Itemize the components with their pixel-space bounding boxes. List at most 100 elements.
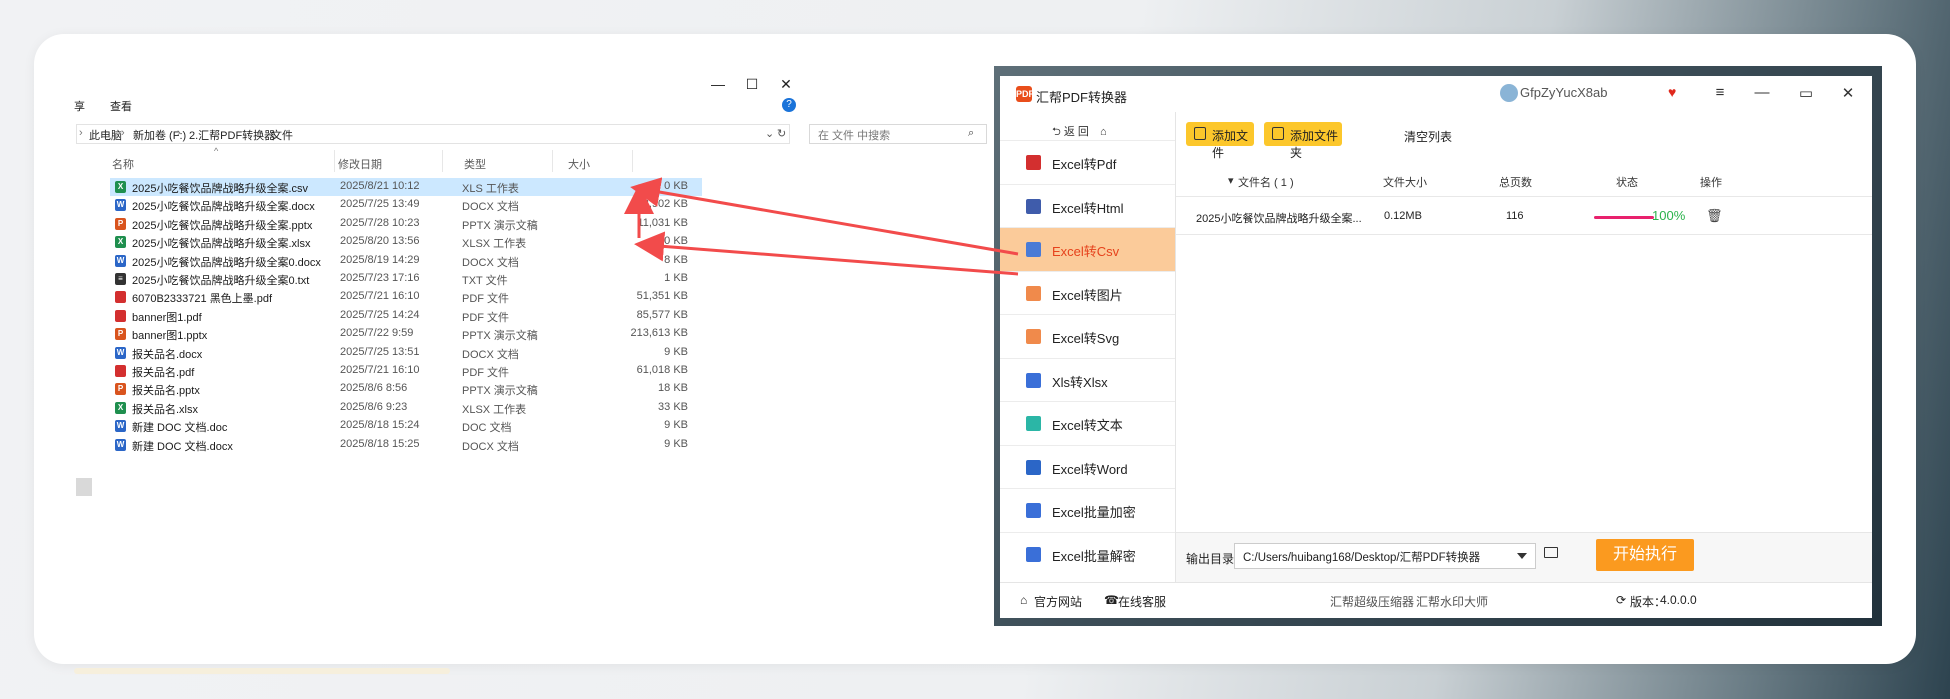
file-explorer-window: — ☐ ✕ 享 查看 ? › 此电脑 › 新加卷 (F:) › 2.汇帮PDF转… <box>72 66 994 626</box>
file-row[interactable]: W 2025小吃餐饮品牌战略升级全案.docx 2025/7/25 13:49 DOC… <box>110 196 702 214</box>
sidebar-item-2[interactable]: Excel转Csv <box>1000 227 1175 271</box>
file-type: DOCX 文档 <box>462 348 519 361</box>
add-file-button[interactable]: 添加文件 <box>1186 122 1254 160</box>
clear-list-button[interactable]: 清空列表 <box>1404 128 1452 145</box>
search-input[interactable]: 在 文件 中搜索 <box>818 127 890 143</box>
ribbon-tab-view[interactable]: 查看 <box>110 98 132 114</box>
file-row[interactable]: 6070B2333721 黑色上墨.pdf 2025/7/21 16:10 PDF … <box>110 288 702 306</box>
doc-file-icon: W <box>115 199 126 212</box>
username[interactable]: GfpZyYucX8ab <box>1520 85 1607 100</box>
xls-file-icon: X <box>115 181 126 193</box>
column-header-date[interactable]: 修改日期 <box>338 156 382 172</box>
txt-file-icon: ≡ <box>115 273 126 285</box>
column-header-name[interactable]: 名称 <box>112 156 134 172</box>
file-row[interactable]: P 报关品名.pptx 2025/8/6 8:56 PPTX 演示文稿 18 KB <box>110 380 702 398</box>
help-icon[interactable]: ? <box>782 98 796 112</box>
file-row[interactable]: P 2025小吃餐饮品牌战略升级全案.pptx 2025/7/28 10:23 PPT… <box>110 215 702 233</box>
minimize-button[interactable]: — <box>708 76 728 92</box>
file-type: XLS 工作表 <box>462 183 519 195</box>
address-bar[interactable]: › 此电脑 › 新加卷 (F:) › 2.汇帮PDF转换器 › 文件 ⌄ ↻ <box>76 124 790 144</box>
maximize-button[interactable]: ▭ <box>1796 84 1816 102</box>
close-button[interactable]: ✕ <box>776 76 796 93</box>
start-button[interactable]: 开始执行 <box>1596 539 1694 571</box>
add-file-label: 添加文件 <box>1212 129 1249 160</box>
file-row[interactable]: ≡ 2025小吃餐饮品牌战略升级全案0.txt 2025/7/23 17:16 TXT… <box>110 270 702 288</box>
file-size: 213,613 KB <box>630 327 689 340</box>
file-row[interactable]: Pbanner图1.pptx 2025/7/22 9:59 PPTX 演示文稿 213… <box>110 325 702 343</box>
file-type: TXT 文件 <box>462 275 508 287</box>
delete-icon[interactable]: 🗑 <box>1706 208 1723 224</box>
search-box[interactable]: 在 文件 中搜索 ⌕ <box>809 124 987 144</box>
watermark-link[interactable]: 汇帮水印大师 <box>1416 593 1488 610</box>
file-row[interactable]: X 报关品名.xlsx 2025/8/6 9:23 XLSX 工作表 33 KB <box>110 399 702 417</box>
output-directory-select[interactable]: C:/Users/huibang168/Desktop/汇帮PDF转换器 <box>1234 543 1536 569</box>
chevron-right-icon: › <box>121 127 125 139</box>
convert-type-icon <box>1026 198 1041 214</box>
file-name: banner图1.pdf <box>132 311 202 324</box>
maximize-button[interactable]: ☐ <box>742 76 762 93</box>
file-type: DOCX 文档 <box>462 201 519 214</box>
official-website-link[interactable]: 官方网站 <box>1034 593 1082 610</box>
folder-icon[interactable] <box>1544 547 1558 558</box>
file-row[interactable]: X 2025小吃餐饮品牌战略升级全案.csv 2025/8/21 10:12 XLS … <box>110 178 702 196</box>
file-row[interactable]: X 2025小吃餐饮品牌战略升级全案.xlsx 2025/8/20 13:56 XLS… <box>110 233 702 251</box>
file-date: 2025/8/6 9:23 <box>340 400 408 413</box>
sidebar-item-0[interactable]: Excel转Pdf <box>1000 140 1175 184</box>
column-header-size: 文件大小 <box>1383 177 1427 189</box>
sidebar-item-4[interactable]: Excel转Svg <box>1000 314 1175 358</box>
column-divider <box>442 150 443 172</box>
chevron-down-icon[interactable]: ⌄ <box>765 127 774 140</box>
divider <box>1176 196 1872 197</box>
breadcrumb-this-pc[interactable]: 此电脑 <box>89 127 122 143</box>
refresh-icon[interactable]: ↻ <box>777 127 786 140</box>
file-date: 2025/7/25 14:24 <box>340 308 420 321</box>
convert-type-icon <box>1026 372 1041 388</box>
column-header-size[interactable]: 大小 <box>568 156 590 172</box>
file-name: 报关品名.pptx <box>132 385 200 398</box>
column-header-filename[interactable]: 文件名 ( 1 ) <box>1238 174 1294 190</box>
compress-link[interactable]: 汇帮超级压缩器 <box>1330 593 1414 610</box>
sidebar-item-8[interactable]: Excel批量加密 <box>1000 488 1175 532</box>
footer: ⌂ 官方网站 ☎ 在线客服 汇帮超级压缩器 汇帮水印大师 ⟳ 版本： 4.0.0… <box>1000 582 1872 618</box>
sidebar-item-6[interactable]: Excel转文本 <box>1000 401 1175 445</box>
minimize-button[interactable]: — <box>1752 84 1772 101</box>
support-icon: ☎ <box>1104 593 1119 607</box>
file-size: 8 KB <box>664 253 688 266</box>
file-row[interactable]: W 报关品名.docx 2025/7/25 13:51 DOCX 文档 9 KB <box>110 344 702 362</box>
file-size: 0 KB <box>664 180 688 192</box>
online-service-link[interactable]: 在线客服 <box>1118 593 1166 610</box>
sidebar-item-label: Excel转Html <box>1052 200 1124 216</box>
file-size: 120 KB <box>651 235 688 248</box>
add-folder-icon <box>1272 127 1284 140</box>
ribbon-tab-share[interactable]: 享 <box>74 98 85 114</box>
menu-icon[interactable]: ≡ <box>1710 84 1730 101</box>
breadcrumb-subfolder[interactable]: 文件 <box>271 127 293 143</box>
close-button[interactable]: ✕ <box>1838 84 1858 102</box>
chevron-right-icon: › <box>259 127 263 139</box>
file-row[interactable]: 报关品名.pdf 2025/7/21 16:10 PDF 文件 61,018 KB <box>110 362 702 380</box>
sidebar-item-1[interactable]: Excel转Html <box>1000 183 1175 228</box>
column-header-type[interactable]: 类型 <box>464 156 486 172</box>
sidebar-item-3[interactable]: Excel转图片 <box>1000 270 1175 315</box>
sidebar-item-label: Excel转图片 <box>1052 287 1123 303</box>
file-type: PPTX 演示文稿 <box>462 219 538 232</box>
vip-icon[interactable]: ♥ <box>1668 84 1676 100</box>
back-arrow-icon: ⮌ <box>1052 126 1064 138</box>
file-name: 6070B2333721 黑色上墨.pdf <box>132 293 273 306</box>
file-row[interactable]: banner图1.pdf 2025/7/25 14:24 PDF 文件 85,577 … <box>110 307 702 325</box>
sidebar-item-5[interactable]: Xls转Xlsx <box>1000 357 1175 402</box>
add-folder-button[interactable]: 添加文件夹 <box>1264 122 1342 160</box>
file-type: PDF 文件 <box>462 311 510 324</box>
update-icon[interactable]: ⟳ <box>1616 593 1626 607</box>
file-name: 2025小吃餐饮品牌战略升级全案.xlsx <box>132 238 311 251</box>
sidebar-item-label: Excel转Csv <box>1052 244 1120 259</box>
file-row[interactable]: W 新建 DOC 文档.docx 2025/8/18 15:25 DOCX 文档 9 K… <box>110 436 702 454</box>
file-row[interactable]: W 2025小吃餐饮品牌战略升级全案0.docx 2025/8/19 14:29 DO… <box>110 252 702 270</box>
avatar[interactable] <box>1500 84 1518 102</box>
file-size: 61,018 KB <box>636 364 688 376</box>
file-date: 2025/8/6 8:56 <box>340 382 408 395</box>
file-name: 新建 DOC 文档.docx <box>132 440 233 453</box>
sidebar-item-7[interactable]: Excel转Word <box>1000 444 1175 489</box>
sidebar-item-9[interactable]: Excel批量解密 <box>1000 531 1175 576</box>
file-row[interactable]: W 新建 DOC 文档.doc 2025/8/18 15:24 DOC 文档 9 KB <box>110 417 702 435</box>
